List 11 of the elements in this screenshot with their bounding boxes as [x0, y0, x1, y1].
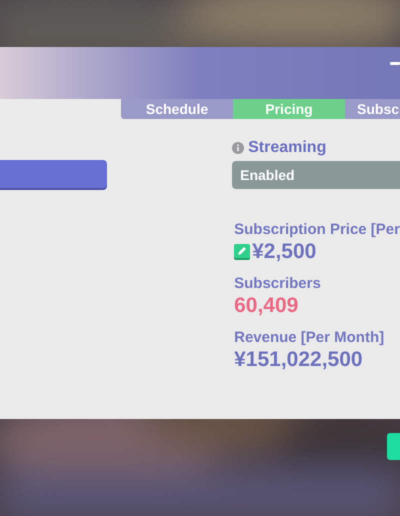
tab[interactable]: Pricing — [233, 99, 345, 119]
stat-value: ¥2,500 — [252, 239, 316, 265]
stat-label: Subscribers — [234, 275, 322, 293]
dropdown[interactable]: Enabled — [232, 161, 400, 189]
stat-value: 60,409 — [234, 293, 298, 319]
field-label: Streaming — [248, 139, 326, 157]
stat-label: Subscription Price [Per — [234, 221, 400, 239]
tab[interactable]: Schedule — [121, 99, 233, 119]
stat-label: Revenue [Per Month] — [234, 329, 386, 347]
stat-value: ¥151,022,500 — [234, 347, 363, 373]
tab[interactable]: Subsc — [345, 99, 400, 119]
